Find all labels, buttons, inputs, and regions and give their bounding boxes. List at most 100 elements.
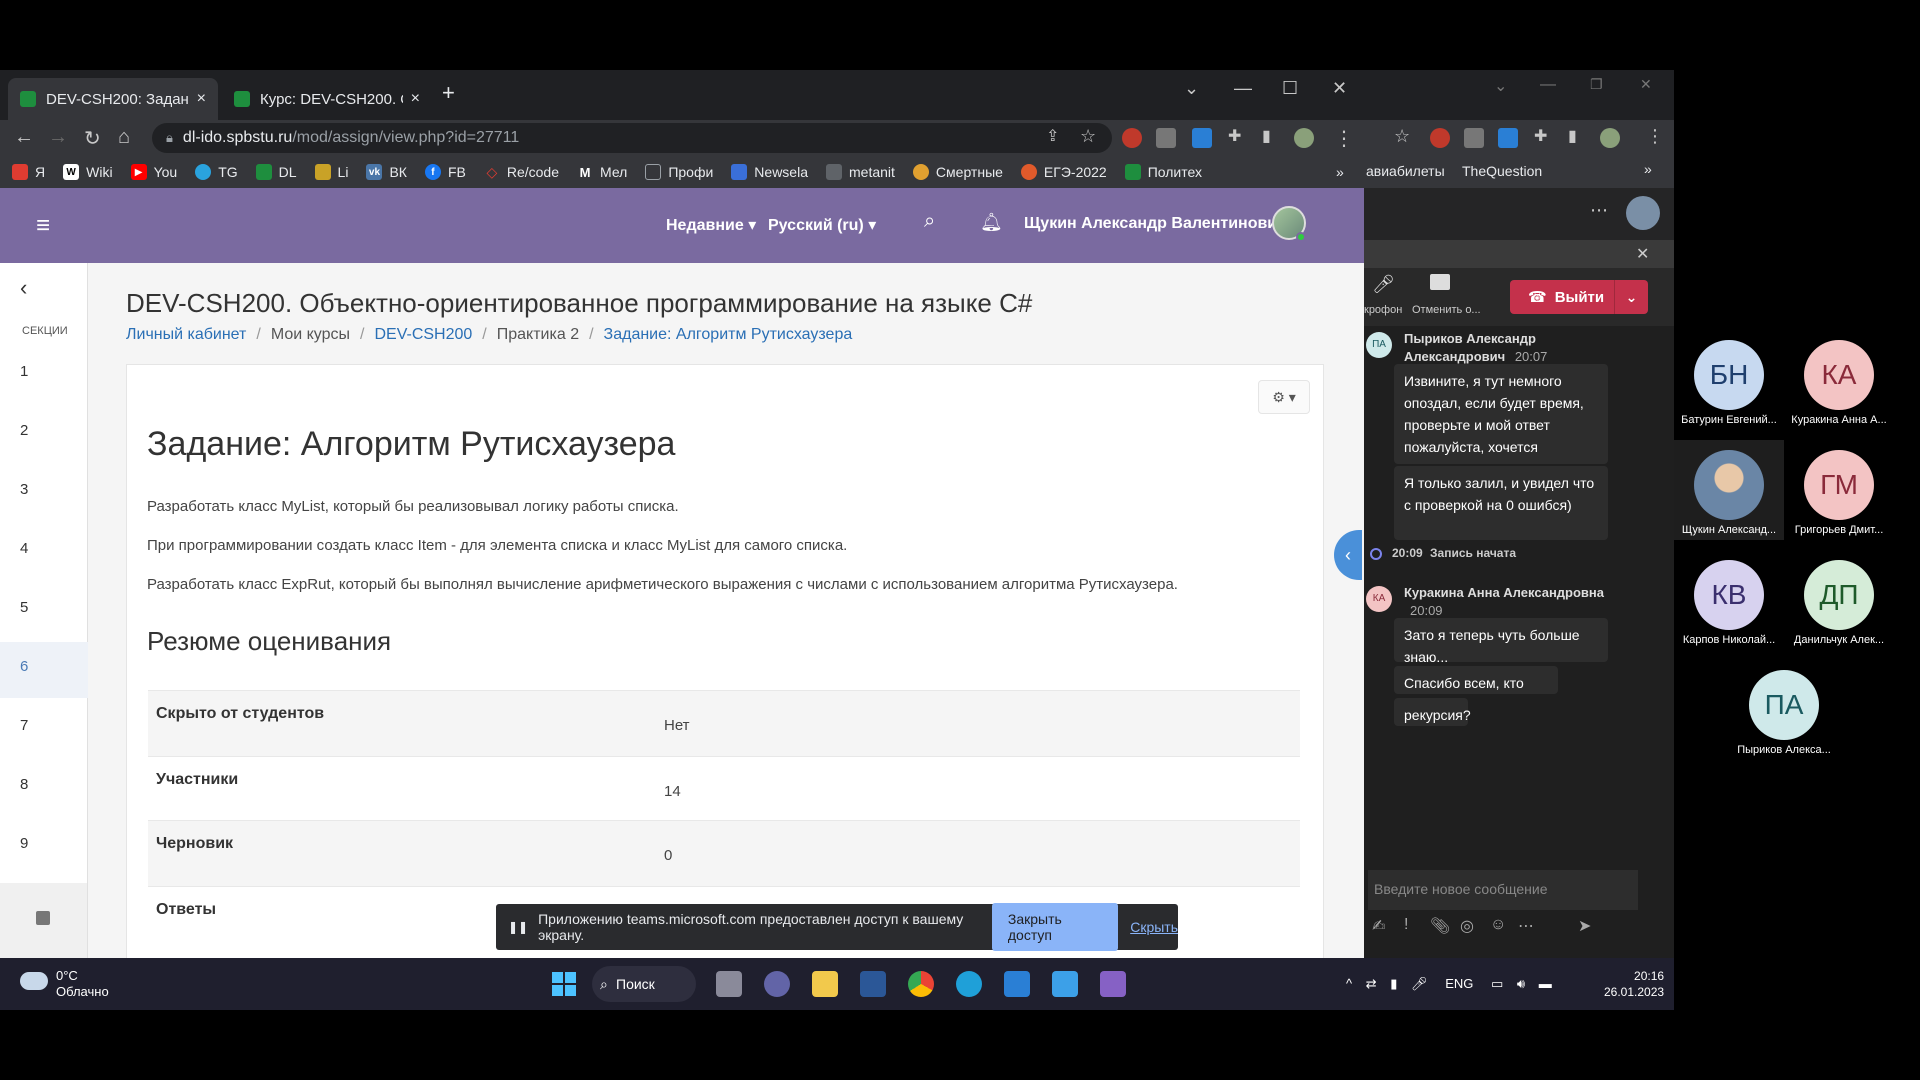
bookmark-polytech[interactable]: Политех [1124,164,1202,180]
puzzle-icon[interactable]: ✚ [1228,126,1241,146]
participant-tile[interactable]: ДП Данильчук Алек... [1784,550,1894,650]
tab-search-icon[interactable]: ⌄ [1184,78,1199,99]
bookmark-tickets[interactable]: авиабилеты [1366,163,1445,179]
participant-tile[interactable]: КА Куракина Анна А... [1784,330,1894,430]
bookmark-fb[interactable]: f FB [424,164,466,180]
sidebar-item-section[interactable]: 9 [0,819,88,875]
bookmark-vk[interactable]: vk ВК [366,164,407,180]
close-icon[interactable]: × [411,90,420,108]
microphone-icon[interactable]: 🎤︎ [1372,274,1395,295]
minimize-icon[interactable]: — [1540,76,1556,94]
bookmark-dl[interactable]: DL [255,164,297,180]
new-tab-button[interactable]: + [442,80,455,106]
sidepanel-icon[interactable]: ▮ [1568,126,1577,146]
important-icon[interactable]: ! [1404,916,1408,934]
signal-icon[interactable]: ▮ [1390,976,1397,991]
participant-tile[interactable]: БН Батурин Евгений... [1674,330,1784,430]
edge-icon[interactable] [956,971,982,997]
display-icon[interactable]: ▭ [1491,976,1503,991]
battery-icon[interactable]: ▬ [1539,976,1552,991]
recent-menu[interactable]: Недавние ▾ [666,215,756,235]
bookmark-wiki[interactable]: W Wiki [63,164,113,180]
format-icon[interactable]: ✍ [1372,916,1385,936]
tab-assignment[interactable]: DEV-CSH200: Задание: Алгоритм × [8,78,218,120]
menu-icon[interactable]: ⋮ [1646,126,1664,147]
bookmark-recode[interactable]: ◇ Re/code [484,164,559,181]
chevron-up-icon[interactable]: ^ [1346,976,1352,991]
user-avatar[interactable] [1626,196,1660,230]
translate-icon[interactable] [1498,128,1518,148]
bookmark-yandex[interactable]: Я [12,164,45,180]
profile-avatar[interactable] [1294,128,1314,148]
share-icon[interactable]: ⇪ [1046,126,1059,146]
sidebar-item-section[interactable]: 1 [0,347,88,403]
clock[interactable]: 20:16 26.01.2023 [1604,968,1664,1000]
adblock-icon[interactable] [1430,128,1450,148]
bookmark-youtube[interactable]: ▶ You [130,164,177,180]
puzzle-icon[interactable]: ✚ [1534,126,1547,146]
bookmark-li[interactable]: Li [314,164,348,180]
sidebar-item-section[interactable]: 7 [0,701,88,757]
language-menu[interactable]: Русский (ru) ▾ [768,215,876,235]
user-name[interactable]: Щукин Александр Валентинович [1024,215,1286,233]
participant-tile[interactable]: ПА Пыриков Алекса... [1729,660,1839,760]
bookmark-thequestion[interactable]: TheQuestion [1462,163,1542,179]
visual-studio-icon[interactable] [1100,971,1126,997]
sidebar-item-section[interactable]: 8 [0,760,88,816]
bookmark-ege[interactable]: ЕГЭ-2022 [1020,164,1107,180]
taskbar-search[interactable]: ⌕ Поиск [592,966,696,1002]
bookmark-smertnye[interactable]: Смертные [912,164,1003,180]
sidebar-item-section[interactable]: 3 [0,465,88,521]
language-indicator[interactable]: ENG [1445,976,1473,991]
bookmark-telegram[interactable]: TG [195,164,238,180]
hide-banner-link[interactable]: Скрыть [1130,919,1178,935]
sidebar-item-section[interactable]: 5 [0,583,88,639]
forward-icon[interactable]: → [48,126,68,149]
chrome-icon[interactable] [908,971,934,997]
maximize-icon[interactable]: ☐ [1282,78,1298,99]
breadcrumb-assignment[interactable]: Задание: Алгоритм Рутисхаузера [604,326,853,344]
loop-icon[interactable]: ◎ [1460,916,1474,936]
bookmarks-overflow[interactable]: » [1336,164,1344,180]
weather-widget[interactable]: 0°C Облачно [56,968,109,1000]
sidebar-item-section[interactable]: 2 [0,406,88,462]
reload-icon[interactable]: ↻ [84,126,101,151]
home-icon[interactable]: ⌂ [118,126,130,149]
close-chat-icon[interactable]: ✕ [1636,244,1649,264]
task-view-icon[interactable] [716,971,742,997]
tab-course[interactable]: Курс: DEV-CSH200. Объектно-о × [222,78,432,120]
participant-tile-active[interactable]: Щукин Александ... [1674,440,1784,540]
teams-chat-icon[interactable] [764,971,790,997]
profile-avatar[interactable] [1600,128,1620,148]
bookmark-profi[interactable]: Профи [645,164,713,180]
bookmark-mel[interactable]: M Мел [577,164,628,180]
send-icon[interactable]: ➤ [1578,916,1591,936]
translate-icon[interactable] [1192,128,1212,148]
windows-start-icon[interactable] [552,972,576,996]
mail-icon[interactable] [1004,971,1030,997]
sidepanel-icon[interactable]: ▮ [1262,126,1271,146]
extension-icon[interactable] [1464,128,1484,148]
bookmarks-overflow[interactable]: » [1644,161,1652,177]
stop-share-icon[interactable] [1430,274,1450,290]
close-icon[interactable]: ✕ [1640,76,1652,93]
extension-icon[interactable] [1156,128,1176,148]
more-icon[interactable]: ⋯ [1518,916,1534,936]
sidebar-item-section[interactable]: 4 [0,524,88,580]
file-explorer-icon[interactable] [812,971,838,997]
menu-icon[interactable]: ⋮ [1334,126,1354,151]
word-icon[interactable] [860,971,886,997]
sidebar-item-section-active[interactable]: 6 [0,642,88,698]
leave-call-button[interactable]: ☎ Выйти ⌄ [1510,280,1648,314]
settings-gear-button[interactable]: ⚙ ▾ [1258,380,1310,414]
notepad-icon[interactable] [1052,971,1078,997]
emoji-icon[interactable]: ☺ [1490,916,1506,934]
address-bar[interactable]: 🔒︎ dl-ido.spbstu.ru /mod/assign/view.php… [152,123,1112,153]
close-window-icon[interactable]: ✕ [1332,78,1347,99]
minimize-icon[interactable]: — [1234,78,1252,99]
participant-tile[interactable]: ГМ Григорьев Дмит... [1784,440,1894,540]
breadcrumb-course[interactable]: DEV-CSH200 [374,326,472,344]
search-icon[interactable]: ⌕ [924,210,935,233]
bell-icon[interactable]: 🔔︎ [980,212,1003,233]
bookmark-newsela[interactable]: Newsela [731,164,808,180]
